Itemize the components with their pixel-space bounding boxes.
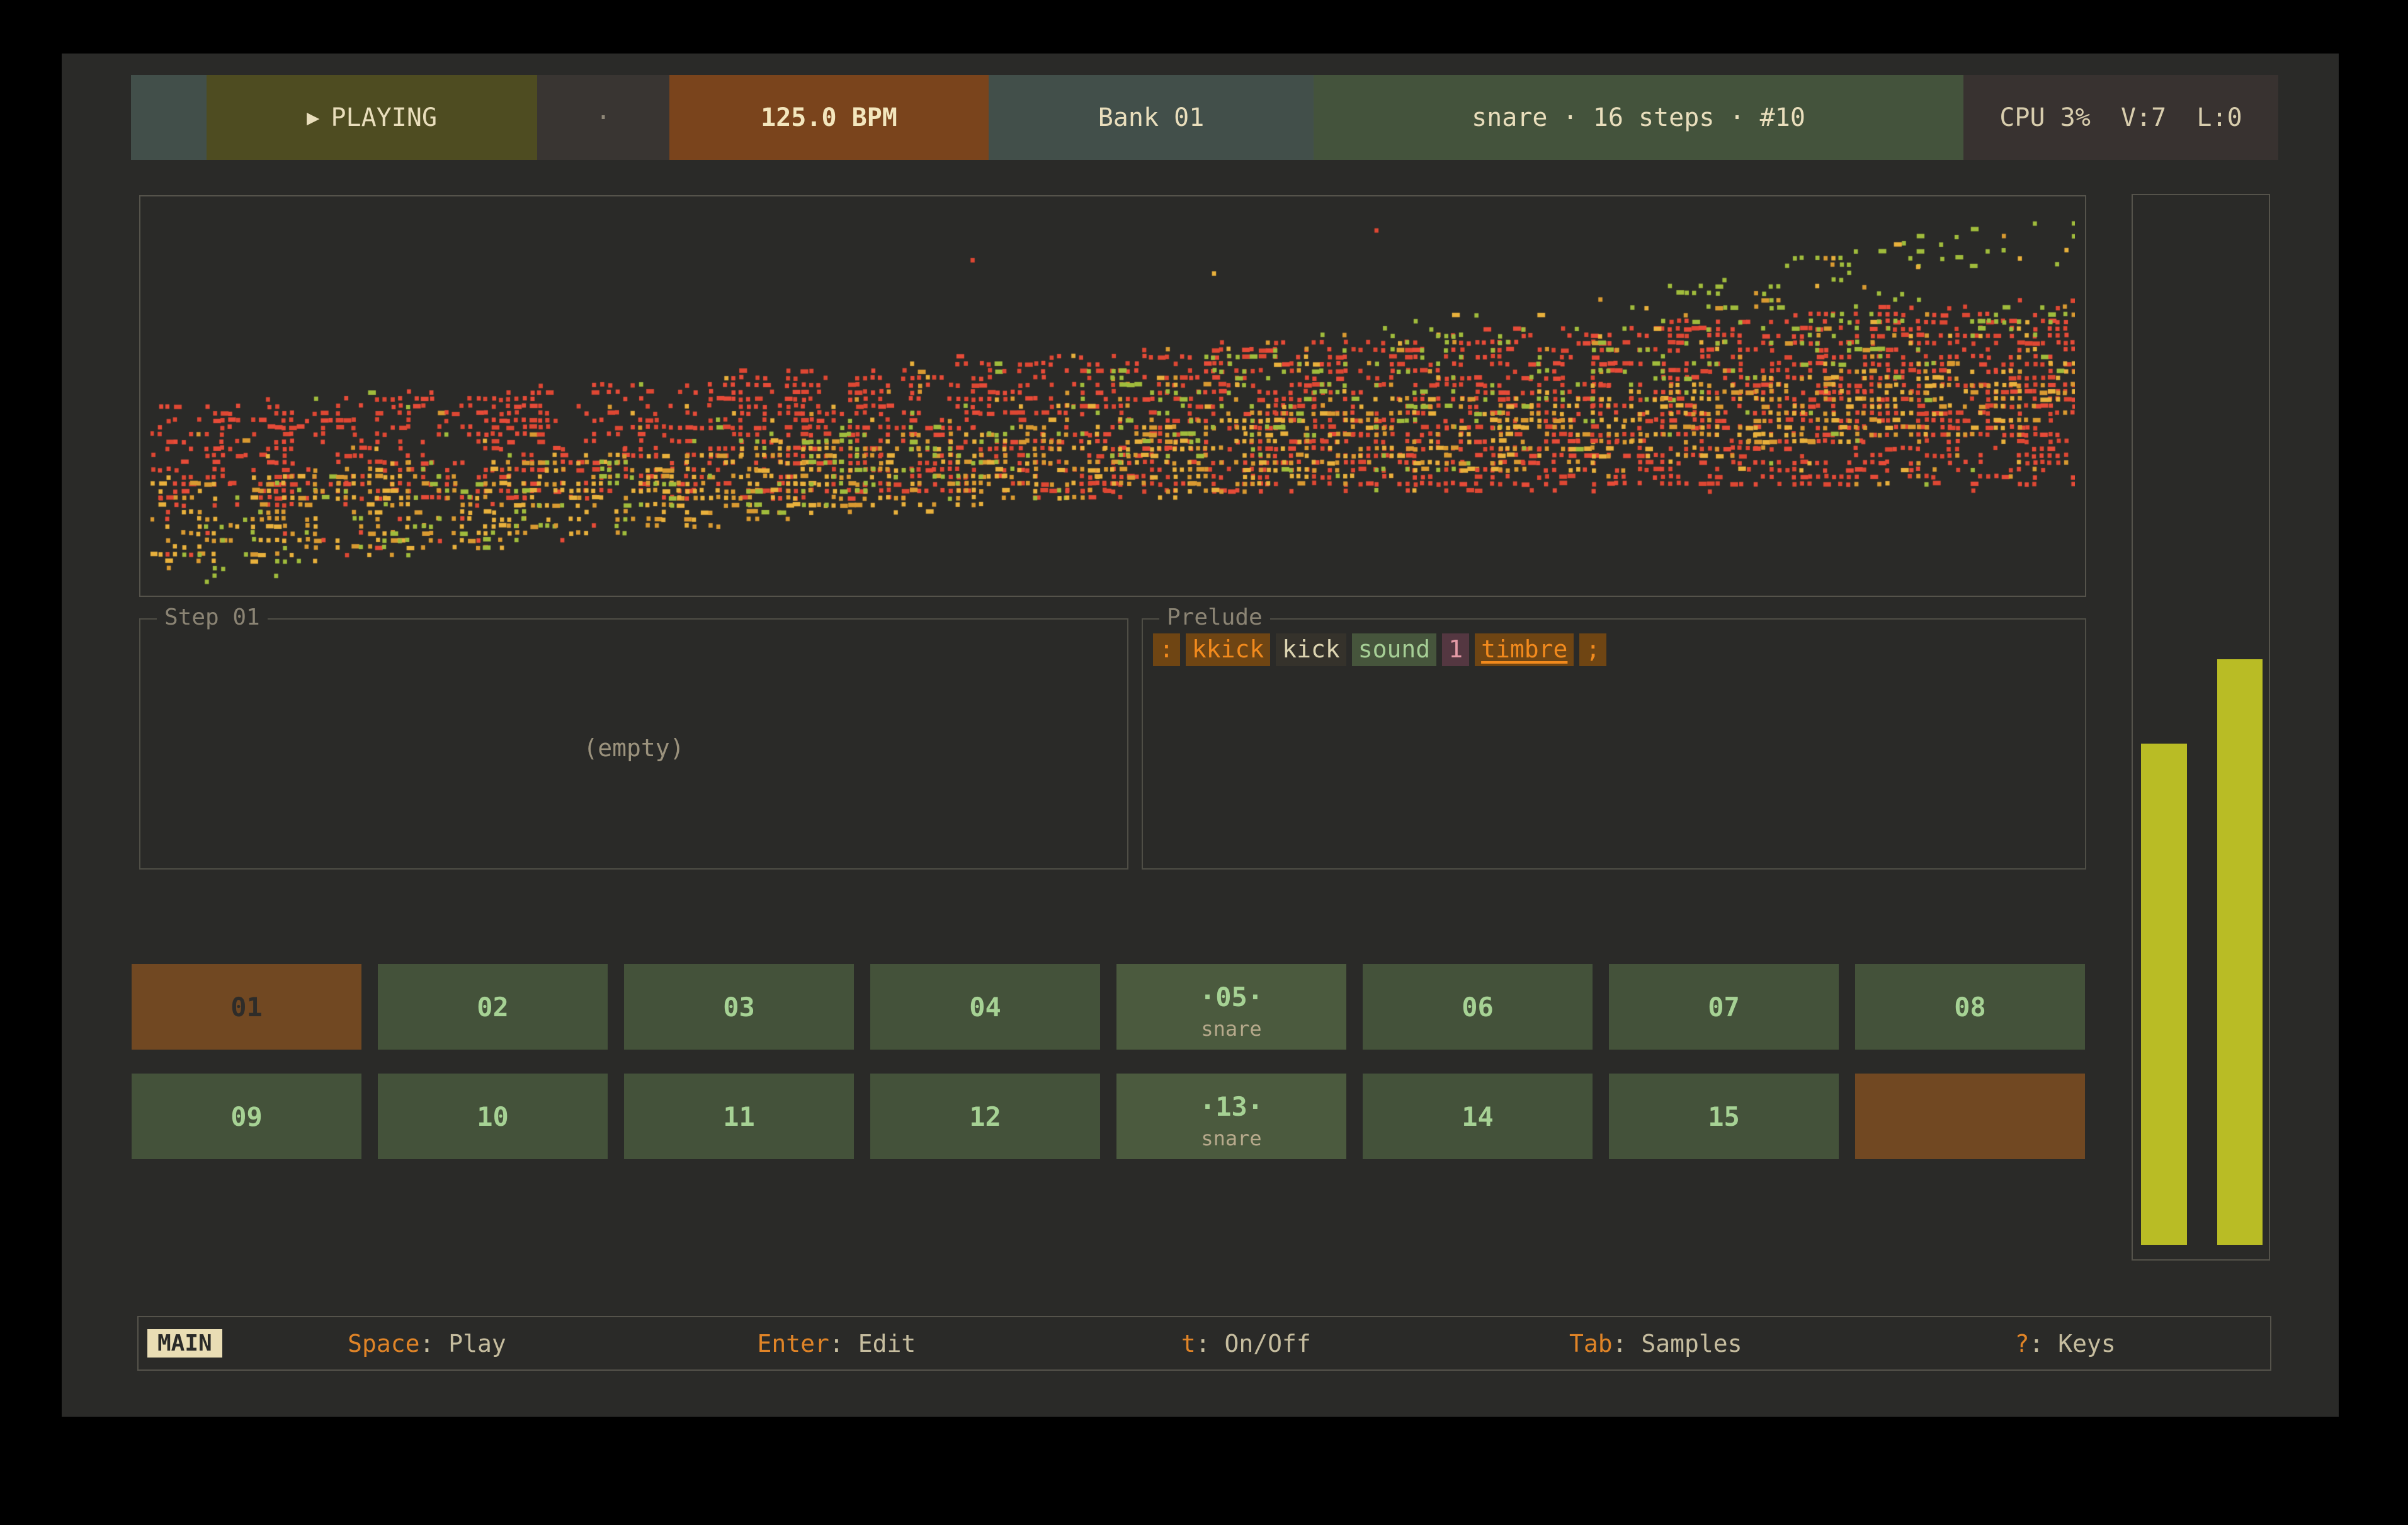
prelude-token-kkick[interactable]: kkick (1186, 633, 1270, 666)
level-meters (2132, 194, 2270, 1261)
prelude-token-sound[interactable]: sound (1352, 633, 1436, 666)
shortcut-key: Tab (1569, 1330, 1613, 1358)
prelude-code: :kkickkicksound1timbre; (1153, 633, 1606, 666)
bpm-display[interactable]: 125.0 BPM (669, 75, 989, 160)
step-button-label: 14 (1363, 1074, 1593, 1159)
step-button-label: 09 (132, 1074, 361, 1159)
step-panel: Step 01 (empty) (139, 618, 1128, 870)
step-button-label: 04 (870, 964, 1100, 1050)
step-button-label: 10 (378, 1074, 608, 1159)
step-button-label (1855, 1074, 2085, 1159)
step-button-01[interactable]: 01 (132, 964, 361, 1050)
step-button-label: 06 (1363, 964, 1593, 1050)
step-button-label: 03 (624, 964, 854, 1050)
step-grid: 01020304·05·snare060708 09101112·13·snare… (132, 964, 2085, 1159)
bank-display[interactable]: Bank 01 (989, 75, 1314, 160)
shortcut-action: : On/Off (1196, 1330, 1311, 1358)
step-button-sublabel: snare (1116, 1017, 1346, 1041)
pattern-visualizer (139, 195, 2086, 597)
step-button-13[interactable]: ·13·snare (1116, 1074, 1346, 1159)
play-icon: ▶ (307, 105, 319, 130)
prelude-token-punct6[interactable]: ; (1579, 633, 1606, 666)
transport-status[interactable]: ▶ PLAYING (207, 75, 537, 160)
step-button-06[interactable]: 06 (1363, 964, 1593, 1050)
step-button-label: 07 (1609, 964, 1839, 1050)
shortcut-key: Enter (758, 1330, 829, 1358)
step-button-label: 15 (1609, 1074, 1839, 1159)
step-button-10[interactable]: 10 (378, 1074, 608, 1159)
step-button-09[interactable]: 09 (132, 1074, 361, 1159)
shortcut-action: : Play (419, 1330, 506, 1358)
step-button-07[interactable]: 07 (1609, 964, 1839, 1050)
shortcut-key: ? (2015, 1330, 2030, 1358)
screen: ▶ PLAYING · 125.0 BPM Bank 01 snare · 16… (0, 0, 2408, 1525)
meter-right-bar (2217, 659, 2263, 1245)
step-button-05[interactable]: ·05·snare (1116, 964, 1346, 1050)
shortcut-key: Space (348, 1330, 419, 1358)
step-button-15[interactable]: 15 (1609, 1074, 1839, 1159)
step-button-sublabel: snare (1116, 1126, 1346, 1150)
shortcut-key: t (1181, 1330, 1196, 1358)
shortcut-action: : Samples (1613, 1330, 1742, 1358)
step-button-02[interactable]: 02 (378, 964, 608, 1050)
prelude-panel-title: Prelude (1159, 604, 1270, 630)
step-button-label: 08 (1855, 964, 2085, 1050)
status-bar: MAIN Space: PlayEnter: Editt: On/OffTab:… (137, 1316, 2271, 1371)
step-button-03[interactable]: 03 (624, 964, 854, 1050)
shortcut-play[interactable]: Space: Play (222, 1330, 632, 1358)
step-button-14[interactable]: 14 (1363, 1074, 1593, 1159)
visualizer-canvas (150, 207, 2075, 586)
step-button-08[interactable]: 08 (1855, 964, 2085, 1050)
step-button-04[interactable]: 04 (870, 964, 1100, 1050)
transport-label: PLAYING (331, 103, 437, 132)
mode-badge: MAIN (147, 1329, 222, 1358)
step-button-11[interactable]: 11 (624, 1074, 854, 1159)
step-button-label: 01 (132, 964, 361, 1050)
prelude-panel: Prelude :kkickkicksound1timbre; (1142, 618, 2086, 870)
prelude-token-timbre[interactable]: timbre (1475, 633, 1574, 666)
app-window: ▶ PLAYING · 125.0 BPM Bank 01 snare · 16… (62, 54, 2339, 1417)
step-button-16[interactable] (1855, 1074, 2085, 1159)
meter-left-bar (2141, 744, 2187, 1245)
shortcut-action: : Edit (829, 1330, 916, 1358)
topbar-separator: · (537, 75, 669, 160)
step-empty-label: (empty) (140, 734, 1127, 762)
topbar-accent-block (131, 75, 207, 160)
pattern-info[interactable]: snare · 16 steps · #10 (1314, 75, 1963, 160)
shortcut-hints: Space: PlayEnter: Editt: On/OffTab: Samp… (222, 1330, 2270, 1358)
shortcut-edit[interactable]: Enter: Edit (632, 1330, 1041, 1358)
step-button-label: 02 (378, 964, 608, 1050)
prelude-token-1[interactable]: 1 (1442, 633, 1469, 666)
step-button-label: 11 (624, 1074, 854, 1159)
prelude-token-kick[interactable]: kick (1276, 633, 1346, 666)
shortcut-keys[interactable]: ?: Keys (1861, 1330, 2270, 1358)
system-stats: CPU 3% V:7 L:0 (1963, 75, 2278, 160)
shortcut-action: : Keys (2030, 1330, 2116, 1358)
shortcut-onoff[interactable]: t: On/Off (1042, 1330, 1451, 1358)
step-button-label: 12 (870, 1074, 1100, 1159)
topbar: ▶ PLAYING · 125.0 BPM Bank 01 snare · 16… (131, 75, 2278, 160)
step-panel-title: Step 01 (157, 604, 268, 630)
shortcut-samples[interactable]: Tab: Samples (1451, 1330, 1860, 1358)
prelude-token-punct0[interactable]: : (1153, 633, 1180, 666)
step-button-12[interactable]: 12 (870, 1074, 1100, 1159)
